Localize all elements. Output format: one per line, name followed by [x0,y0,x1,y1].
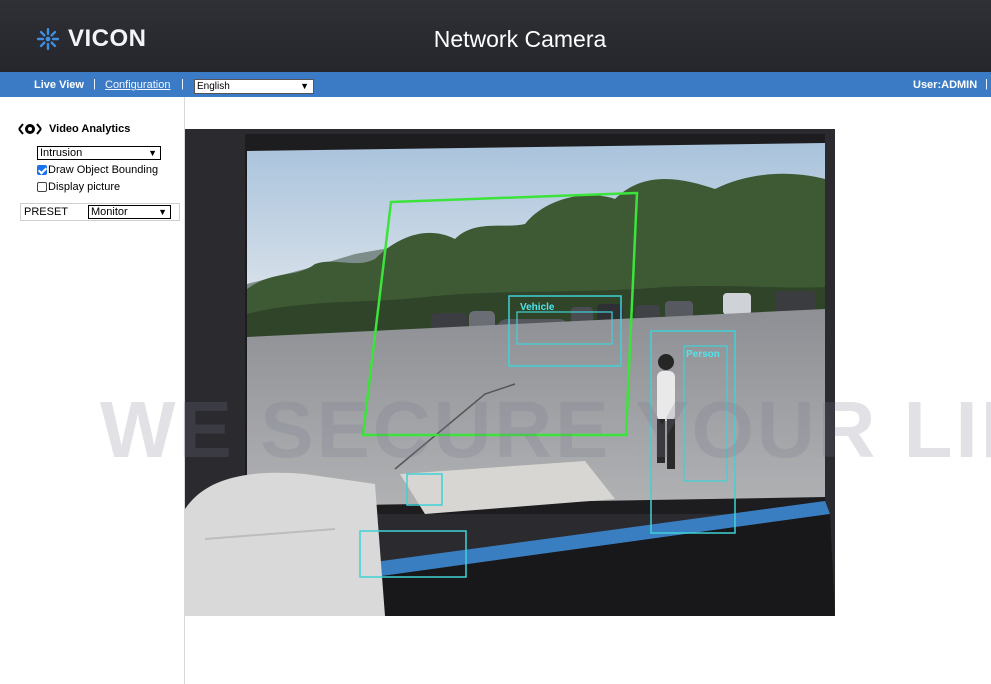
video-frame: Vehicle Person [185,129,835,616]
draw-object-bounding-option[interactable]: Draw Object Bounding [37,164,158,176]
chevron-down-icon: ▼ [148,148,157,158]
video-analytics-header: Video Analytics [18,123,130,135]
draw-object-bounding-checkbox[interactable] [37,165,47,175]
nav-configuration-link[interactable]: Configuration [105,79,170,91]
nav-separator: | [985,78,988,90]
nav-user-label: User:ADMIN [913,79,978,91]
live-video-feed[interactable]: Vehicle Person [185,129,835,616]
language-select[interactable]: English ▼ [194,79,314,94]
preset-select-value: Monitor [91,206,128,218]
person-label: Person [686,349,720,360]
chevron-down-icon: ▼ [300,81,309,91]
display-picture-option[interactable]: Display picture [37,181,120,193]
preset-row: PRESET Monitor ▼ [20,203,180,221]
analytics-mode-value: Intrusion [40,147,83,159]
analytics-mode-select[interactable]: Intrusion ▼ [37,146,161,160]
language-select-value: English [197,81,230,92]
video-analytics-title: Video Analytics [49,123,131,135]
preset-label: PRESET [24,206,69,218]
display-picture-checkbox[interactable] [37,182,47,192]
nav-bar: Live View | Configuration | User:ADMIN | [0,72,991,97]
eye-icon [18,123,42,135]
display-picture-label: Display picture [48,181,121,193]
nav-separator: | [181,78,184,90]
page-title: Network Camera [433,26,607,52]
preset-select[interactable]: Monitor ▼ [88,205,171,219]
vehicle-label: Vehicle [520,302,555,313]
chevron-down-icon: ▼ [158,207,167,217]
app-header: VICON Network Camera [0,0,991,72]
nav-live-view-link[interactable]: Live View [34,79,84,91]
draw-object-bounding-label: Draw Object Bounding [48,164,159,176]
nav-separator: | [93,78,96,90]
